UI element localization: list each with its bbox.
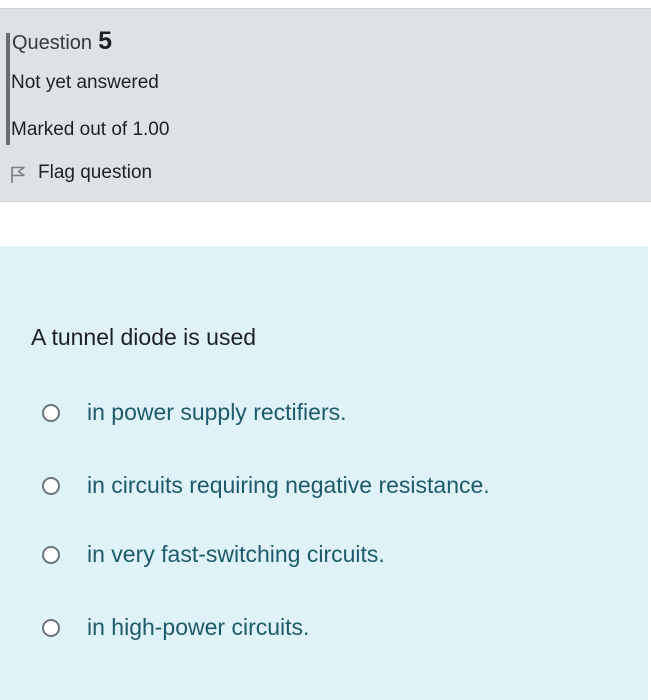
answer-radio-4[interactable]: [42, 618, 60, 637]
question-content: A tunnel diode is used in power supply r…: [0, 246, 648, 700]
answer-option-2[interactable]: in circuits requiring negative resistanc…: [42, 472, 490, 499]
question-word: Question: [12, 32, 93, 54]
answer-label-1: in power supply rectifiers.: [87, 399, 347, 425]
answer-radio-3[interactable]: [42, 545, 60, 564]
question-text: A tunnel diode is used: [31, 324, 257, 350]
answer-option-4[interactable]: in high-power circuits.: [42, 614, 309, 641]
question-grade: Marked out of 1.00: [11, 119, 170, 140]
answer-radio-2[interactable]: [42, 476, 60, 495]
flag-question-link[interactable]: Flag question: [10, 161, 152, 185]
answer-label-4: in high-power circuits.: [87, 614, 310, 640]
question-state: Not yet answered: [11, 72, 159, 93]
answer-label-3: in very fast-switching circuits.: [87, 541, 385, 567]
question-info-panel: Question 5 Not yet answered Marked out of…: [0, 8, 651, 202]
quiz-page: Question 5 Not yet answered Marked out of…: [0, 0, 651, 700]
question-number: 5: [98, 27, 112, 55]
info-accent-bar: [6, 33, 10, 145]
answer-label-2: in circuits requiring negative resistanc…: [87, 472, 490, 498]
flag-icon: [10, 166, 26, 184]
answer-option-1[interactable]: in power supply rectifiers.: [42, 399, 347, 426]
answer-option-3[interactable]: in very fast-switching circuits.: [42, 541, 385, 568]
answer-radio-1[interactable]: [42, 403, 60, 422]
flag-question-label: Flag question: [38, 162, 153, 183]
question-title: Question 5: [12, 29, 112, 55]
